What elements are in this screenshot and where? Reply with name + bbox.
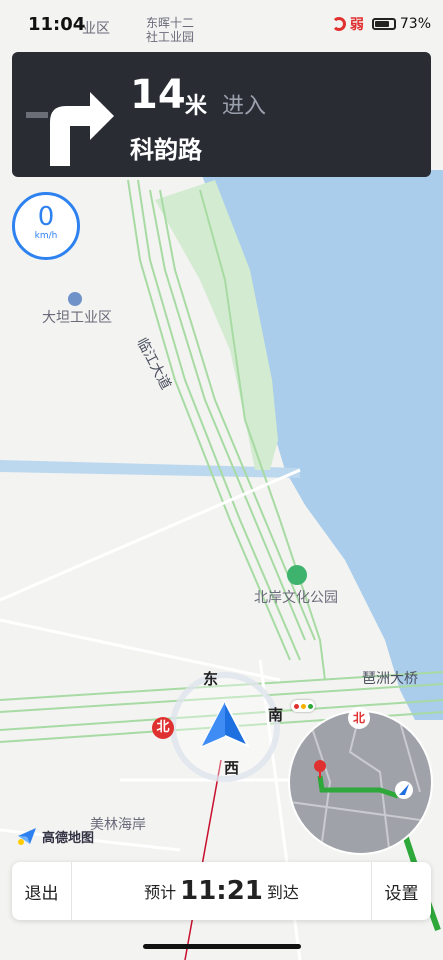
amap-logo: 高德地图 (16, 826, 94, 846)
status-time: 11:04 (28, 14, 86, 35)
traffic-light-green (307, 703, 313, 709)
road-label-pazhou-bridge: 琶洲大桥 (362, 671, 418, 687)
mini-map-north-indicator: 北 (348, 707, 370, 729)
logo-text: 高德地图 (42, 830, 95, 846)
speed-indicator: 0 km/h (12, 192, 80, 260)
compass-north: 北 (152, 717, 174, 739)
park-icon (287, 565, 307, 585)
eta-time: 11:21 (180, 876, 263, 906)
vehicle-position-arrow-icon (199, 700, 251, 749)
status-indicators: 弱 73% (331, 14, 431, 34)
eta-suffix: 到达 (266, 883, 299, 902)
map-label-park: 北岸文化公园 (254, 590, 338, 606)
turn-right-arrow-icon (26, 92, 114, 166)
turn-distance-unit: 米 (185, 94, 208, 119)
battery-percent: 73% (399, 16, 431, 32)
amap-logo-icon (18, 828, 36, 845)
home-indicator[interactable] (143, 944, 301, 949)
turn-action: 进入 (222, 94, 267, 119)
speed-unit: km/h (34, 231, 58, 241)
traffic-light-yellow (300, 703, 306, 709)
traffic-light-red (293, 703, 299, 709)
signal-strength-label: 弱 (349, 17, 364, 33)
compass-west: 西 (224, 759, 240, 777)
compass-east: 东 (203, 670, 219, 688)
eta-prefix: 预计 (144, 883, 177, 902)
eta-display: 预计 11:21 到达 (72, 862, 371, 920)
turn-distance-value: 14 (130, 72, 186, 118)
exit-navigation-button[interactable]: 退出 (12, 862, 72, 920)
weak-signal-icon (331, 17, 346, 31)
navigation-bottom-bar: 退出 预计 11:21 到达 设置 (12, 862, 431, 920)
status-bar: 11:04 弱 73% (0, 0, 443, 48)
compass-south: 南 (268, 706, 284, 724)
mini-map-canvas (290, 712, 431, 853)
map-label-meilin: 美林海岸 (90, 817, 146, 833)
overview-mini-map[interactable] (288, 710, 433, 855)
battery-icon (371, 18, 396, 30)
settings-button[interactable]: 设置 (371, 862, 431, 920)
building-icon (68, 292, 82, 306)
traffic-light-icon (291, 700, 315, 712)
map-label-dadan: 大坦工业区 (42, 310, 112, 326)
next-road-name: 科韵路 (130, 136, 202, 164)
speed-value: 0 (37, 202, 55, 232)
